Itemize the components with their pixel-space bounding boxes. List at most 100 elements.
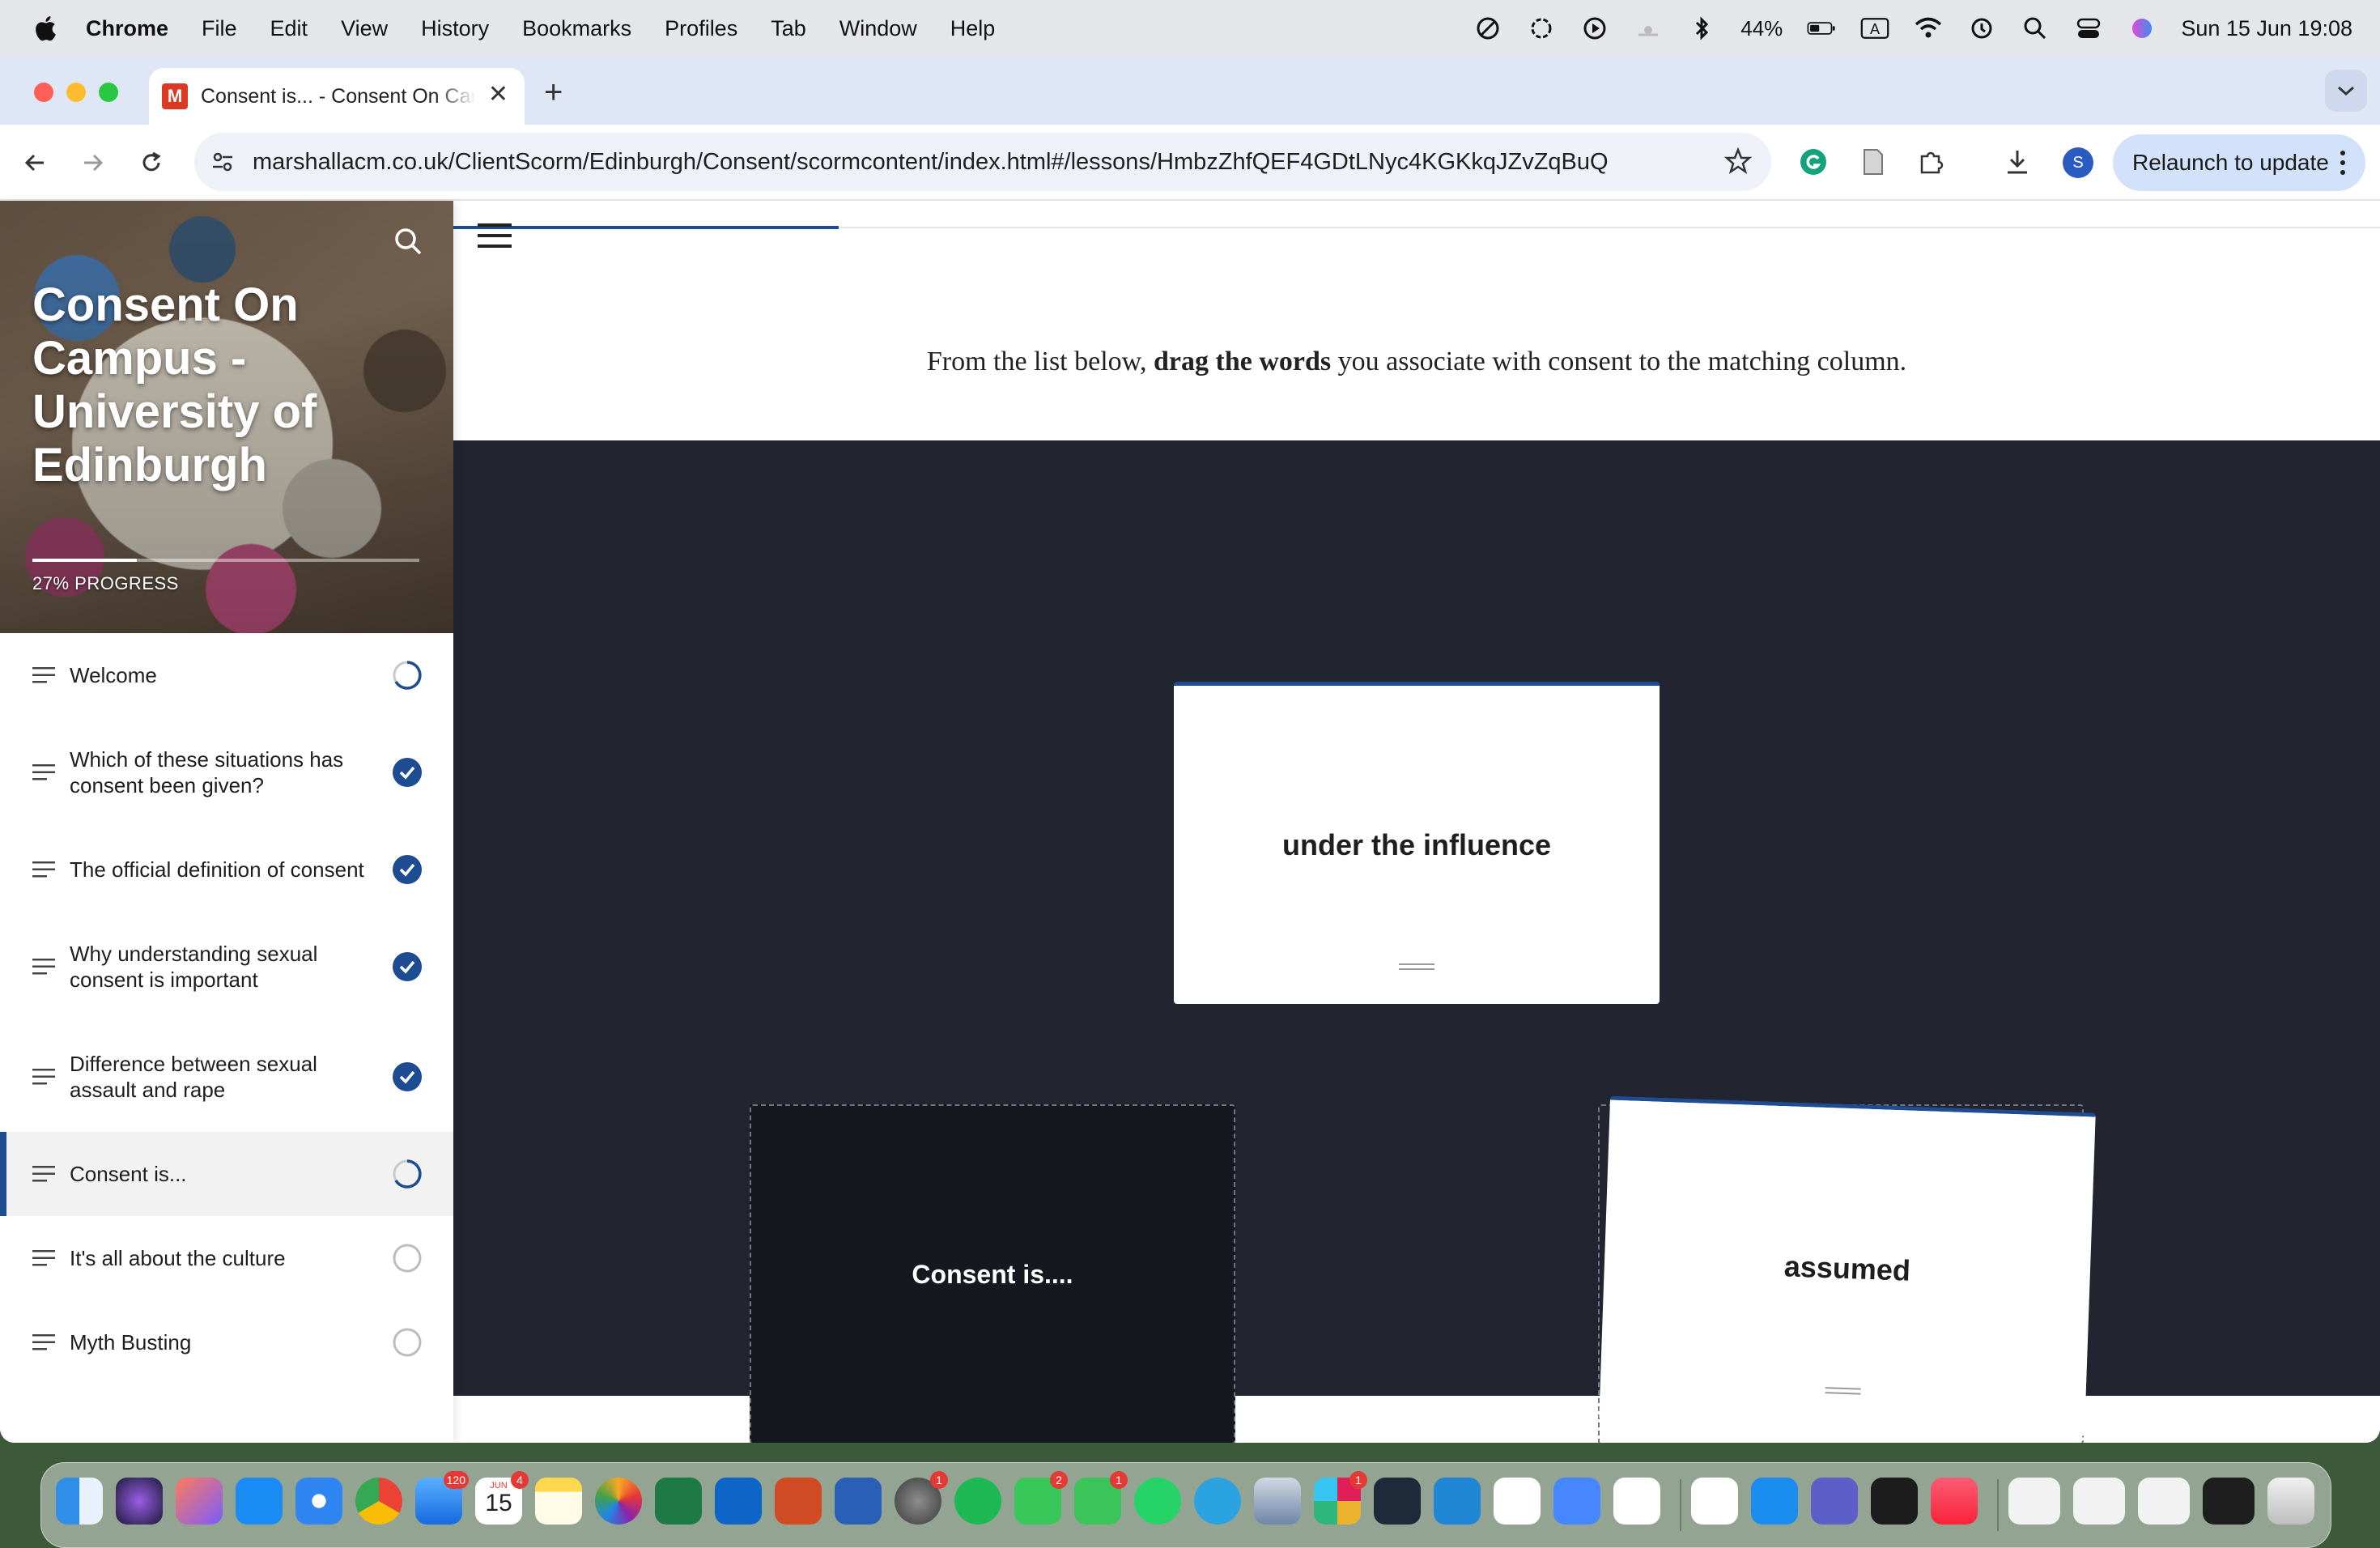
lesson-item[interactable]: The official definition of consent (0, 827, 453, 912)
slack-icon[interactable]: 1 (1314, 1471, 1367, 1525)
calendar-icon[interactable]: JUN 15 4 (475, 1471, 529, 1525)
lesson-item[interactable]: Which of these situations has consent be… (0, 717, 453, 827)
teams-icon[interactable] (1811, 1478, 1858, 1525)
vscode-icon[interactable] (1434, 1478, 1481, 1525)
chatgpt-app-icon[interactable] (1691, 1478, 1738, 1525)
menu-profiles[interactable]: Profiles (665, 16, 737, 41)
menu-file[interactable]: File (202, 16, 237, 41)
spotlight-search-icon[interactable] (2021, 14, 2050, 43)
finder-icon[interactable] (56, 1478, 103, 1525)
close-tab-icon[interactable]: ✕ (488, 83, 508, 107)
control-center-icon[interactable] (2074, 14, 2103, 43)
notes-icon[interactable] (535, 1478, 582, 1525)
lesson-item[interactable]: Why understanding sexual consent is impo… (0, 912, 453, 1022)
drag-handle-icon[interactable] (1825, 1385, 1861, 1397)
menu-app-name[interactable]: Chrome (86, 16, 168, 41)
safari-icon[interactable] (295, 1478, 342, 1525)
nordvpn-icon[interactable] (1553, 1478, 1600, 1525)
menu-history[interactable]: History (421, 16, 489, 41)
menu-window[interactable]: Window (839, 16, 917, 41)
minimize-window-button[interactable] (66, 83, 86, 102)
whatsapp-icon[interactable] (1134, 1478, 1181, 1525)
chrome-icon[interactable] (355, 1478, 402, 1525)
close-window-button[interactable] (34, 83, 53, 102)
brightness-icon[interactable] (1634, 14, 1663, 43)
recent-window-thumbnail[interactable] (2073, 1478, 2125, 1525)
bluetooth-icon[interactable] (1687, 14, 1716, 43)
battery-icon[interactable] (1807, 14, 1836, 43)
recent-window-thumbnail[interactable] (2138, 1478, 2190, 1525)
more-menu-icon[interactable] (2340, 149, 2346, 182)
relaunch-to-update-button[interactable]: Relaunch to update (2113, 134, 2365, 191)
profile-avatar[interactable]: S (2063, 147, 2093, 178)
lesson-label: The official definition of consent (70, 857, 364, 882)
messages-icon[interactable]: 2 (1014, 1471, 1068, 1525)
telegram-icon[interactable] (1194, 1478, 1241, 1525)
photos-icon[interactable] (595, 1478, 642, 1525)
new-tab-button[interactable]: + (544, 76, 563, 108)
in-progress-ring-icon (393, 661, 422, 690)
recent-window-thumbnail[interactable] (2008, 1478, 2060, 1525)
outlook-icon[interactable] (715, 1478, 762, 1525)
tab-search-chevron-icon[interactable] (2325, 70, 2367, 112)
extensions-puzzle-icon[interactable] (1915, 146, 1948, 178)
lesson-item[interactable]: It's all about the culture (0, 1216, 453, 1300)
music-icon[interactable] (1931, 1478, 1978, 1525)
lesson-item[interactable]: Welcome (0, 633, 453, 717)
system-settings-icon[interactable]: 1 (895, 1471, 948, 1525)
word-icon[interactable] (835, 1478, 882, 1525)
trash-icon[interactable] (2267, 1478, 2314, 1525)
dragging-word-card[interactable]: assumed (1599, 1095, 2096, 1437)
chatgpt-icon[interactable] (1527, 14, 1556, 43)
mail-icon[interactable]: 120 (415, 1471, 469, 1525)
search-icon[interactable] (392, 225, 424, 257)
wifi-icon[interactable] (1914, 14, 1943, 43)
siri-app-icon[interactable] (116, 1478, 163, 1525)
excel-icon[interactable] (655, 1478, 702, 1525)
url-text[interactable]: marshallacm.co.uk/ClientScorm/Edinburgh/… (253, 149, 1609, 176)
reading-mode-icon[interactable] (1857, 146, 1889, 178)
powerpoint-icon[interactable] (775, 1478, 822, 1525)
zoom-window-button[interactable] (99, 83, 118, 102)
apple-icon[interactable] (32, 14, 62, 43)
lesson-item[interactable]: Consent is... (0, 1132, 453, 1216)
preview-icon[interactable] (1254, 1478, 1301, 1525)
launchpad-icon[interactable] (176, 1478, 223, 1525)
grammarly-icon[interactable] (1797, 146, 1830, 178)
menu-bookmarks[interactable]: Bookmarks (522, 16, 631, 41)
lesson-item[interactable]: Difference between sexual assault and ra… (0, 1022, 453, 1132)
siri-icon[interactable] (2127, 14, 2157, 43)
menu-tab[interactable]: Tab (771, 16, 806, 41)
back-arrow-icon[interactable] (18, 146, 52, 180)
keynote-icon[interactable] (1751, 1478, 1798, 1525)
play-icon[interactable] (1580, 14, 1609, 43)
recent-window-thumbnail[interactable] (2203, 1478, 2255, 1525)
menu-clock[interactable]: Sun 15 Jun 19:08 (2181, 16, 2352, 41)
menu-edit[interactable]: Edit (270, 16, 308, 41)
site-info-icon[interactable] (209, 148, 236, 176)
downloads-icon[interactable] (2001, 146, 2034, 178)
app-store-icon[interactable] (236, 1478, 283, 1525)
drag-handle-icon[interactable] (1399, 962, 1434, 972)
forward-arrow-icon[interactable] (76, 146, 110, 180)
address-bar[interactable]: marshallacm.co.uk/ClientScorm/Edinburgh/… (194, 133, 1771, 191)
drop-zone-consent-is[interactable]: Consent is.... (750, 1104, 1235, 1443)
draggable-word-card[interactable]: under the influence (1174, 682, 1660, 1004)
menu-help[interactable]: Help (950, 16, 996, 41)
lesson-label: Which of these situations has consent be… (70, 747, 344, 797)
facetime-icon[interactable]: 1 (1074, 1471, 1128, 1525)
menu-view[interactable]: View (341, 16, 388, 41)
zotero-icon[interactable] (1613, 1478, 1660, 1525)
hamburger-menu-icon[interactable] (478, 222, 512, 249)
bookmark-star-icon[interactable] (1723, 147, 1753, 179)
tab-consent-is[interactable]: M Consent is... - Consent On Campus - Un… (149, 68, 525, 125)
reload-icon[interactable] (134, 146, 168, 180)
keyboard-input-icon[interactable]: A (1860, 14, 1889, 43)
spotify-icon[interactable] (954, 1478, 1001, 1525)
activity-monitor-icon[interactable] (1871, 1478, 1918, 1525)
time-machine-icon[interactable] (1967, 14, 1996, 43)
notion-icon[interactable] (1494, 1478, 1541, 1525)
lesson-item[interactable]: Myth Busting (0, 1300, 453, 1384)
focus-icon[interactable] (1473, 14, 1502, 43)
cursor-icon[interactable] (1374, 1478, 1421, 1525)
